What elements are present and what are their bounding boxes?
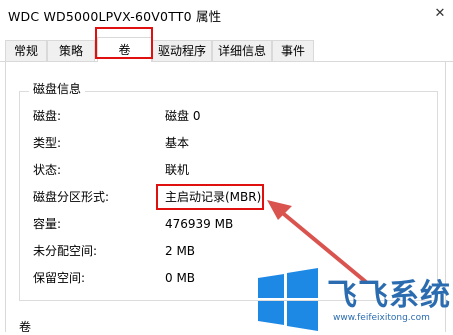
watermark-brand: 飞飞系统 [327, 278, 451, 313]
watermark-url: www.feifeixitong.com [333, 313, 430, 323]
